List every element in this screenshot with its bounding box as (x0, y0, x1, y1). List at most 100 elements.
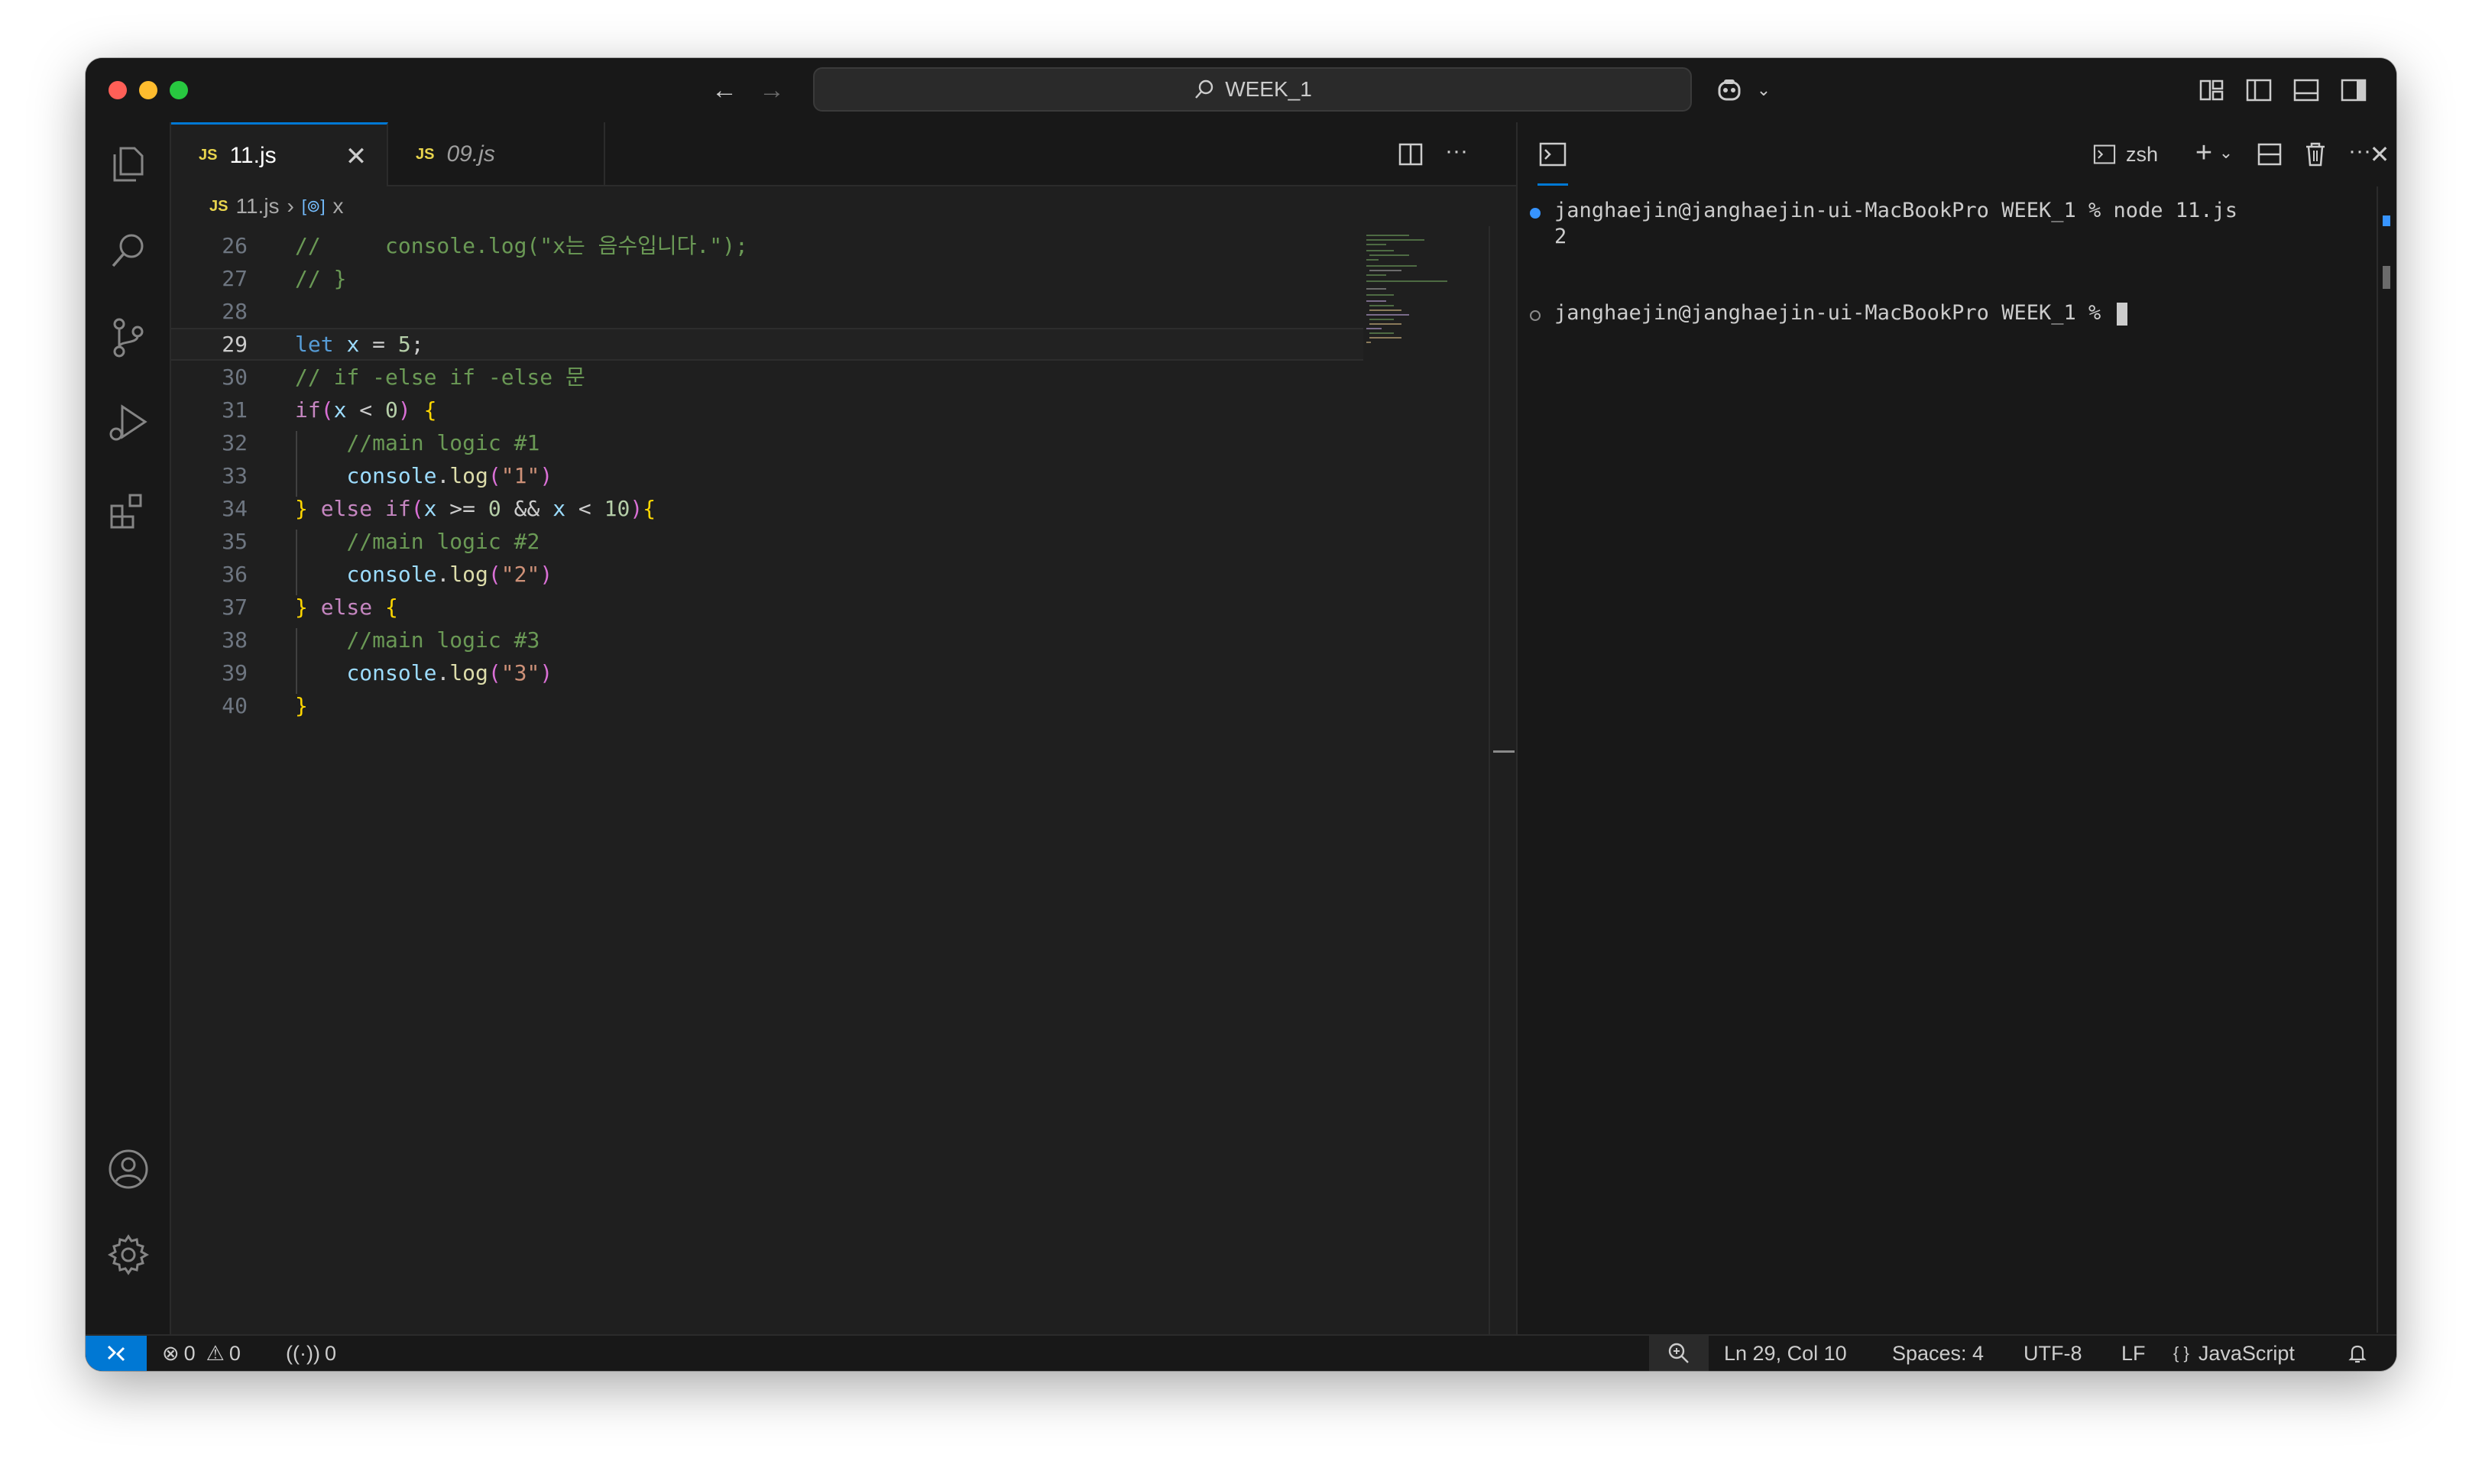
breadcrumb: JS 11.js › [⊚] x (171, 186, 1516, 226)
explorer-files-icon[interactable] (104, 139, 153, 188)
extensions-icon[interactable] (104, 486, 153, 535)
split-editor-icon[interactable] (1394, 138, 1427, 171)
zoom-in-icon (1668, 1343, 1689, 1363)
editor-group: JS 11.js ✕ JS 09.js ··· JS 11.js › [⊚] x (171, 122, 1516, 1334)
search-icon (1195, 79, 1213, 99)
back-arrow-icon[interactable]: ← (708, 73, 741, 107)
forward-arrow-icon[interactable]: → (755, 73, 789, 107)
breadcrumb-file[interactable]: 11.js (235, 194, 279, 219)
code-line: 39 console.log("3") (222, 660, 553, 685)
close-window-button[interactable] (109, 81, 127, 99)
encoding-status[interactable]: UTF-8 (2024, 1336, 2082, 1371)
close-icon[interactable]: ✕ (341, 141, 371, 172)
editor-tabs: JS 11.js ✕ JS 09.js ··· (171, 122, 1516, 186)
terminal-shell-selector[interactable]: zsh (2091, 138, 2158, 171)
toggle-panel-icon[interactable] (2289, 73, 2323, 107)
terminal-line: 2 (1554, 225, 1567, 248)
code-line: 32 //main logic #1 (222, 430, 540, 455)
cursor-position[interactable]: Ln 29, Col 10 (1724, 1336, 1847, 1371)
problems-status[interactable]: ⊗ 0 ⚠ 0 (162, 1336, 241, 1371)
terminal-line: janghaejin@janghaejin-ui-MacBookPro WEEK… (1554, 199, 2238, 222)
javascript-file-icon: JS (199, 147, 218, 164)
notifications-bell-icon[interactable] (2346, 1336, 2369, 1371)
minimap[interactable] (1363, 232, 1455, 355)
terminal-prompt-line: janghaejin@janghaejin-ui-MacBookPro WEEK… (1554, 301, 2127, 326)
terminal-cursor (2116, 302, 2127, 326)
terminal-panel: zsh + ⌄ ··· ✕ janghaejin@janghaejin-ui-M… (1516, 122, 2396, 1334)
scroll-position-marker (1493, 750, 1515, 753)
more-actions-icon[interactable]: ··· (1440, 138, 1473, 171)
title-bar: ← → WEEK_1 ⌄ (86, 58, 2396, 124)
warning-icon: ⚠ (206, 1342, 225, 1365)
chevron-right-icon: › (287, 194, 294, 218)
code-line: 27// } (222, 266, 347, 291)
language-mode-status[interactable]: { } JavaScript (2173, 1336, 2295, 1371)
gear-icon[interactable] (104, 1230, 153, 1279)
broadcast-icon: ((·)) (286, 1342, 320, 1365)
active-tab-indicator (1537, 183, 1568, 186)
command-success-decoration[interactable] (1530, 208, 1541, 219)
ports-status[interactable]: ((·)) 0 (286, 1336, 336, 1371)
customize-layout-icon[interactable] (2195, 73, 2228, 107)
code-line: 30// if -else if -else 문 (222, 365, 585, 390)
code-line: 34} else if(x >= 0 && x < 10){ (222, 496, 656, 521)
terminal-icon (2093, 144, 2116, 164)
new-terminal-plus-icon[interactable]: + (2189, 136, 2219, 170)
command-center-search[interactable]: WEEK_1 (813, 67, 1692, 112)
status-bar: ⊗ 0 ⚠ 0 ((·)) 0 Ln 29, Col 10 Spaces: 4 … (86, 1334, 2396, 1371)
toggle-secondary-sidebar-icon[interactable] (2337, 73, 2370, 107)
error-count: 0 (183, 1342, 196, 1365)
ports-count: 0 (324, 1342, 336, 1365)
terminal-prompt: janghaejin@janghaejin-ui-MacBookPro WEEK… (1554, 301, 2114, 325)
toggle-primary-sidebar-icon[interactable] (2242, 73, 2276, 107)
copilot-icon[interactable] (1715, 73, 1748, 107)
minimize-window-button[interactable] (139, 81, 157, 99)
vertical-scrollbar[interactable] (1489, 226, 1516, 1334)
breadcrumb-symbol[interactable]: x (333, 194, 344, 219)
remote-icon (107, 1345, 125, 1362)
terminal-icon[interactable] (1536, 138, 1570, 171)
scroll-thumb[interactable] (2383, 266, 2390, 289)
activity-bar (86, 122, 171, 1334)
javascript-file-icon: JS (416, 145, 435, 163)
code-line: 35 //main logic #2 (222, 529, 540, 554)
tab-label: 09.js (446, 141, 495, 167)
terminal-scrollbar[interactable] (2377, 186, 2396, 1333)
close-icon[interactable]: ✕ (2363, 138, 2396, 171)
variable-symbol-icon: [⊚] (301, 196, 326, 215)
run-debug-icon[interactable] (104, 399, 153, 448)
code-line: 37} else { (222, 595, 398, 620)
command-pending-decoration[interactable] (1530, 310, 1541, 321)
indentation-status[interactable]: Spaces: 4 (1892, 1336, 1984, 1371)
accounts-icon[interactable] (104, 1145, 153, 1194)
warning-count: 0 (228, 1342, 241, 1365)
language-label: JavaScript (2198, 1342, 2295, 1365)
search-text: WEEK_1 (1225, 77, 1312, 101)
tab-09-js[interactable]: JS 09.js (388, 122, 605, 186)
tab-11-js[interactable]: JS 11.js ✕ (171, 122, 388, 186)
code-line: 33 console.log("1") (222, 463, 553, 488)
source-control-icon[interactable] (104, 313, 153, 362)
terminal-header: zsh + ⌄ ··· ✕ (1518, 122, 2396, 186)
scroll-marker (2383, 215, 2390, 226)
language-braces-icon: { } (2173, 1343, 2189, 1362)
zoom-status[interactable] (1649, 1336, 1709, 1371)
maximize-window-button[interactable] (170, 81, 188, 99)
chevron-down-icon[interactable]: ⌄ (1747, 73, 1780, 107)
javascript-file-icon: JS (209, 197, 228, 215)
chevron-down-icon[interactable]: ⌄ (2216, 136, 2236, 170)
shell-label: zsh (2126, 142, 2159, 166)
line-ending-status[interactable]: LF (2121, 1336, 2146, 1371)
code-line: 28 (222, 299, 248, 324)
search-icon[interactable] (104, 226, 153, 275)
code-line: 40} (222, 693, 308, 718)
code-line: 38 //main logic #3 (222, 627, 540, 653)
code-line: 36 console.log("2") (222, 562, 553, 587)
code-line: 26// console.log("x는 음수입니다."); (222, 233, 748, 258)
error-icon: ⊗ (162, 1342, 180, 1365)
split-terminal-icon[interactable] (2253, 138, 2286, 171)
remote-indicator[interactable] (86, 1336, 147, 1371)
trash-icon[interactable] (2299, 138, 2332, 171)
tab-label: 11.js (229, 142, 277, 168)
code-line: 31 if(x < 0) { (222, 397, 437, 423)
